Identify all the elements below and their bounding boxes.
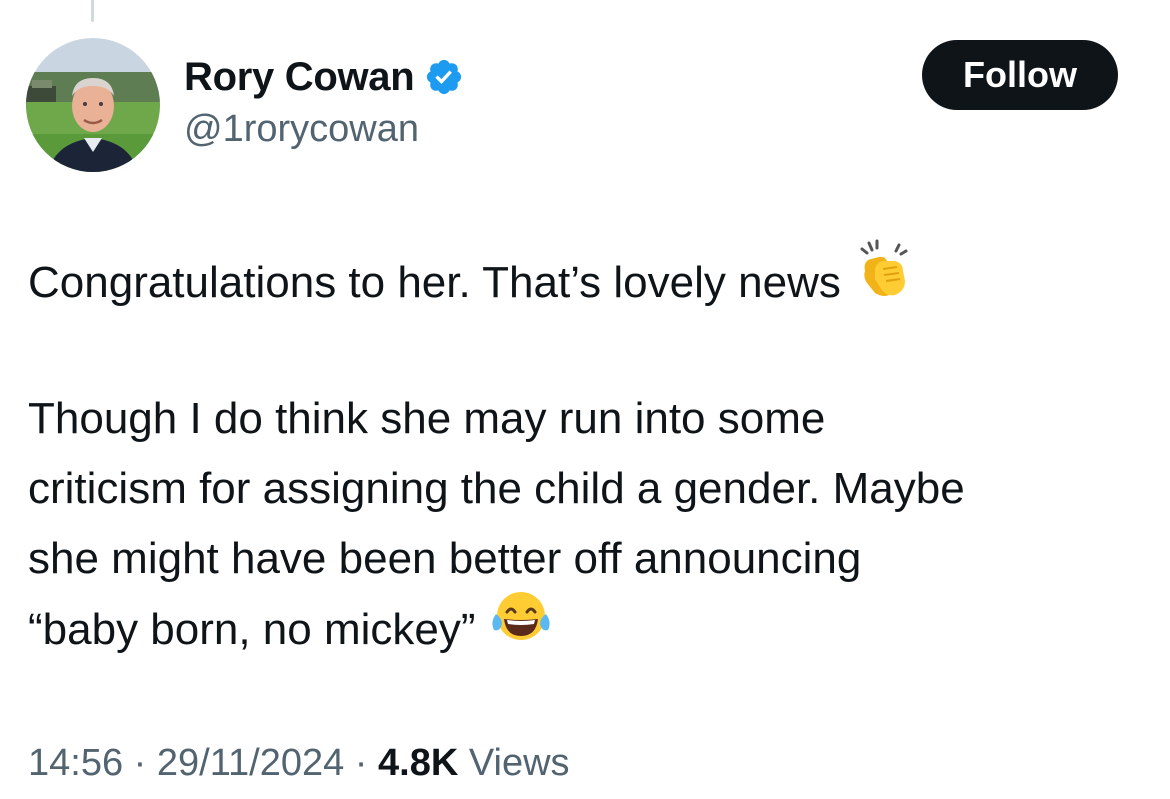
tweet-paragraph-1: Congratulations to her. That’s lovely ne… xyxy=(28,239,1138,315)
face-with-tears-of-joy-icon xyxy=(490,588,552,665)
tweet-paragraph-2: Though I do think she may run into some … xyxy=(28,384,1138,664)
tweet-text-line: Congratulations to her. That’s lovely ne… xyxy=(28,258,841,308)
tweet-meta: 14:56 · 29/11/2024 · 4.8K Views xyxy=(28,742,570,785)
tweet-text-line: criticism for assigning the child a gend… xyxy=(28,464,965,513)
tweet-date[interactable]: 29/11/2024 xyxy=(157,742,344,784)
tweet-text-line: Though I do think she may run into some xyxy=(28,394,826,443)
avatar[interactable] xyxy=(26,38,160,172)
tweet-text-line: “baby born, no mickey” xyxy=(28,605,476,655)
author-handle[interactable]: @1rorycowan xyxy=(184,108,419,151)
author-display-name[interactable]: Rory Cowan xyxy=(184,55,415,100)
thread-connector-line xyxy=(91,0,94,22)
follow-button[interactable]: Follow xyxy=(922,40,1118,110)
clapping-hands-icon xyxy=(855,239,913,320)
views-label[interactable]: Views xyxy=(458,742,570,784)
tweet-text-line: she might have been better off announcin… xyxy=(28,534,862,583)
views-count[interactable]: 4.8K xyxy=(378,742,458,784)
meta-separator: · xyxy=(344,742,379,784)
meta-separator: · xyxy=(123,742,157,784)
tweet-time[interactable]: 14:56 xyxy=(28,742,123,784)
verified-badge-icon[interactable] xyxy=(424,57,464,97)
